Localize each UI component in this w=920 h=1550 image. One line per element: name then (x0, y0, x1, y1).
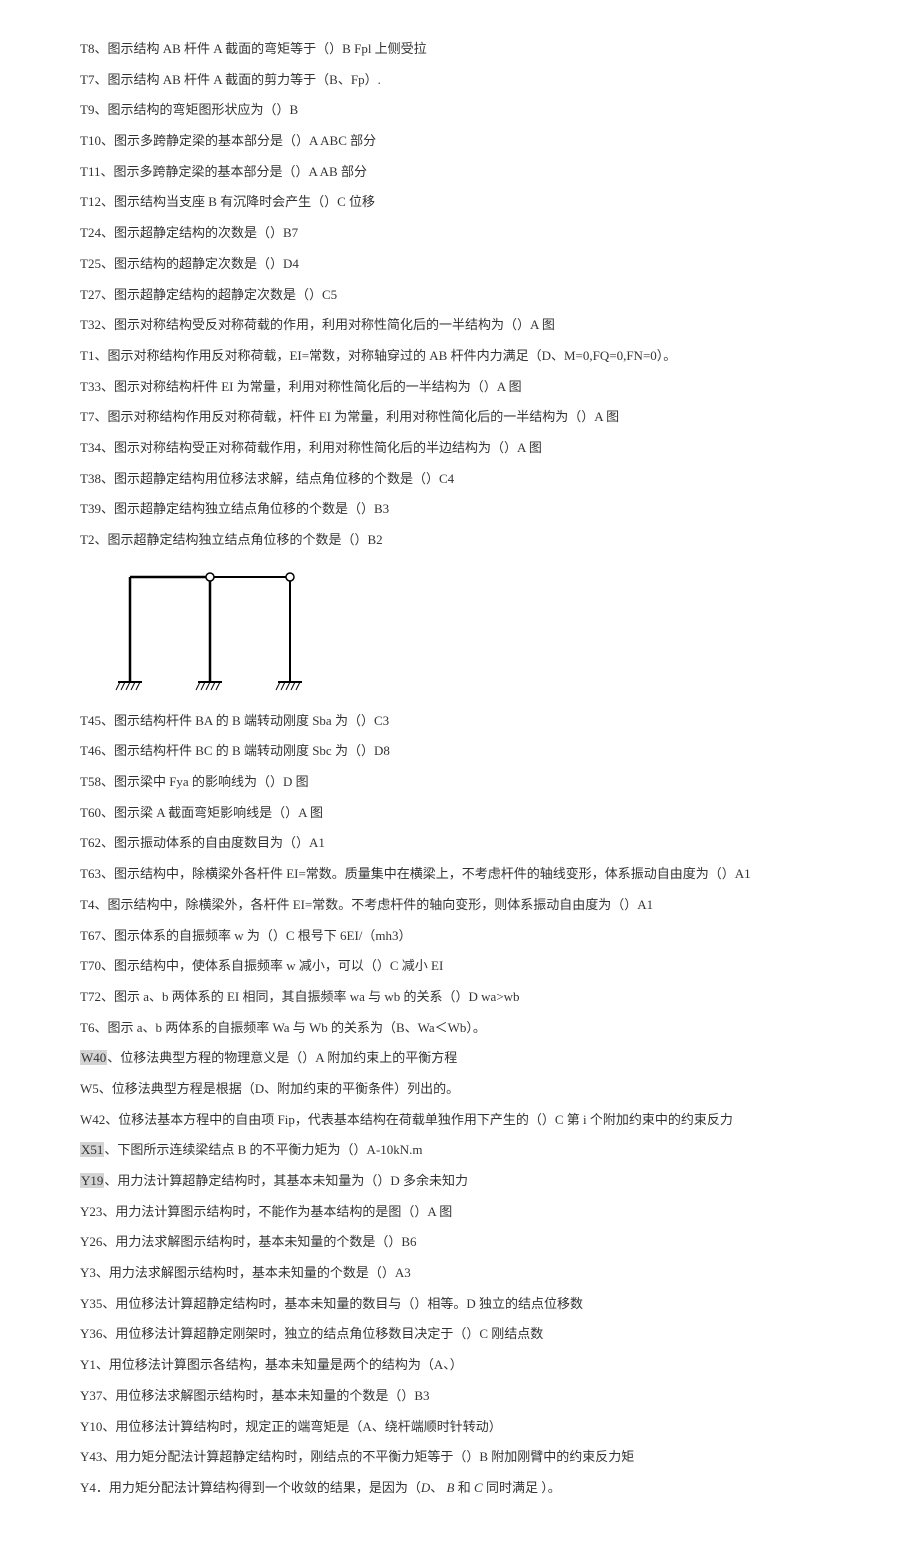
text-line-y10: Y10、用位移法计算结构时，规定正的端弯矩是（A、绕杆端顺时针转动） (80, 1418, 840, 1436)
y4-italic-b: B (447, 1480, 455, 1495)
text-line-t39: T39、图示超静定结构独立结点角位移的个数是（）B3 (80, 500, 840, 518)
y4-italic-d: D (421, 1480, 430, 1495)
text-line-t6: T6、图示 a、b 两体系的自振频率 Wa 与 Wb 的关系为（B、Wa＜Wb）… (80, 1019, 840, 1037)
text-line-t58: T58、图示梁中 Fya 的影响线为（）D 图 (80, 773, 840, 791)
y4-prefix: Y4．用力矩分配法计算结构得到一个收敛的结果，是因为（ (80, 1480, 421, 1495)
y4-suffix: 同时满足 ）。 (483, 1480, 561, 1495)
text-line-t1: T1、图示对称结构作用反对称荷载，EI=常数，对称轴穿过的 AB 杆件内力满足（… (80, 347, 840, 365)
text-line-y3: Y3、用力法求解图示结构时，基本未知量的个数是（）A3 (80, 1264, 840, 1282)
text-line-t60: T60、图示梁 A 截面弯矩影响线是（）A 图 (80, 804, 840, 822)
text-line-t11: T11、图示多跨静定梁的基本部分是（）A AB 部分 (80, 163, 840, 181)
text-line-t63: T63、图示结构中，除横梁外各杆件 EI=常数。质量集中在横梁上，不考虑杆件的轴… (80, 865, 840, 883)
text-line-t25: T25、图示结构的超静定次数是（）D4 (80, 255, 840, 273)
text-line-t9: T9、图示结构的弯矩图形状应为（）B (80, 101, 840, 119)
y4-mid1: 、 (430, 1480, 446, 1495)
highlight-prefix: W40 (80, 1050, 107, 1065)
line-text: 、用力法计算超静定结构时，其基本未知量为（）D 多余未知力 (104, 1173, 468, 1188)
text-line-w5: W5、位移法典型方程是根据（D、附加约束的平衡条件）列出的。 (80, 1080, 840, 1098)
text-line-y35: Y35、用位移法计算超静定结构时，基本未知量的数目与（）相等。D 独立的结点位移… (80, 1295, 840, 1313)
text-line-t8: T8、图示结构 AB 杆件 A 截面的弯矩等于（）B Fpl 上侧受拉 (80, 40, 840, 58)
y4-mid2: 和 (455, 1480, 475, 1495)
text-line-t12: T12、图示结构当支座 B 有沉降时会产生（）C 位移 (80, 193, 840, 211)
y4-italic-c: C (474, 1480, 483, 1495)
text-line-t34: T34、图示对称结构受正对称荷载作用，利用对称性简化后的半边结构为（）A 图 (80, 439, 840, 457)
text-line-t7a: T7、图示结构 AB 杆件 A 截面的剪力等于（B、Fp）. (80, 71, 840, 89)
text-line-t32: T32、图示对称结构受反对称荷载的作用，利用对称性简化后的一半结构为（）A 图 (80, 316, 840, 334)
text-line-t67: T67、图示体系的自振频率 w 为（）C 根号下 6EI/（mh3） (80, 927, 840, 945)
text-line-t45: T45、图示结构杆件 BA 的 B 端转动刚度 Sba 为（）C3 (80, 712, 840, 730)
text-line-t38: T38、图示超静定结构用位移法求解，结点角位移的个数是（）C4 (80, 470, 840, 488)
line-text: 、下图所示连续梁结点 B 的不平衡力矩为（）A-10kN.m (104, 1142, 422, 1157)
structural-frame-diagram (110, 562, 310, 697)
text-line-t70: T70、图示结构中，使体系自振频率 w 减小，可以（）C 减小 EI (80, 957, 840, 975)
text-line-y1: Y1、用位移法计算图示各结构，基本未知量是两个的结构为（A、） (80, 1356, 840, 1374)
highlight-prefix: X51 (80, 1142, 104, 1157)
text-line-t4: T4、图示结构中，除横梁外，各杆件 EI=常数。不考虑杆件的轴向变形，则体系振动… (80, 896, 840, 914)
text-line-t27: T27、图示超静定结构的超静定次数是（）C5 (80, 286, 840, 304)
text-line-w42: W42、位移法基本方程中的自由项 Fip，代表基本结构在荷载单独作用下产生的（）… (80, 1111, 840, 1129)
text-line-y4: Y4．用力矩分配法计算结构得到一个收敛的结果，是因为（D、 B 和 C 同时满足… (80, 1479, 840, 1497)
text-line-y37: Y37、用位移法求解图示结构时，基本未知量的个数是（）B3 (80, 1387, 840, 1405)
highlight-prefix: Y19 (80, 1173, 104, 1188)
text-line-y43: Y43、用力矩分配法计算超静定结构时，刚结点的不平衡力矩等于（）B 附加刚臂中的… (80, 1448, 840, 1466)
text-line-x51: X51、下图所示连续梁结点 B 的不平衡力矩为（）A-10kN.m (80, 1141, 840, 1159)
text-line-y26: Y26、用力法求解图示结构时，基本未知量的个数是（）B6 (80, 1233, 840, 1251)
text-line-t72: T72、图示 a、b 两体系的 EI 相同，其自振频率 wa 与 wb 的关系（… (80, 988, 840, 1006)
text-line-t24: T24、图示超静定结构的次数是（）B7 (80, 224, 840, 242)
text-line-t10: T10、图示多跨静定梁的基本部分是（）A ABC 部分 (80, 132, 840, 150)
text-line-t62: T62、图示振动体系的自由度数目为（）A1 (80, 834, 840, 852)
text-line-t2: T2、图示超静定结构独立结点角位移的个数是（）B2 (80, 531, 840, 549)
text-line-y36: Y36、用位移法计算超静定刚架时，独立的结点角位移数目决定于（）C 刚结点数 (80, 1325, 840, 1343)
text-line-y19: Y19、用力法计算超静定结构时，其基本未知量为（）D 多余未知力 (80, 1172, 840, 1190)
text-line-t46: T46、图示结构杆件 BC 的 B 端转动刚度 Sbc 为（）D8 (80, 742, 840, 760)
text-line-t7b: T7、图示对称结构作用反对称荷载，杆件 EI 为常量，利用对称性简化后的一半结构… (80, 408, 840, 426)
text-line-t33: T33、图示对称结构杆件 EI 为常量，利用对称性简化后的一半结构为（）A 图 (80, 378, 840, 396)
line-text: 、位移法典型方程的物理意义是（）A 附加约束上的平衡方程 (107, 1050, 457, 1065)
text-line-w40: W40、位移法典型方程的物理意义是（）A 附加约束上的平衡方程 (80, 1049, 840, 1067)
text-line-y23: Y23、用力法计算图示结构时，不能作为基本结构的是图（）A 图 (80, 1203, 840, 1221)
